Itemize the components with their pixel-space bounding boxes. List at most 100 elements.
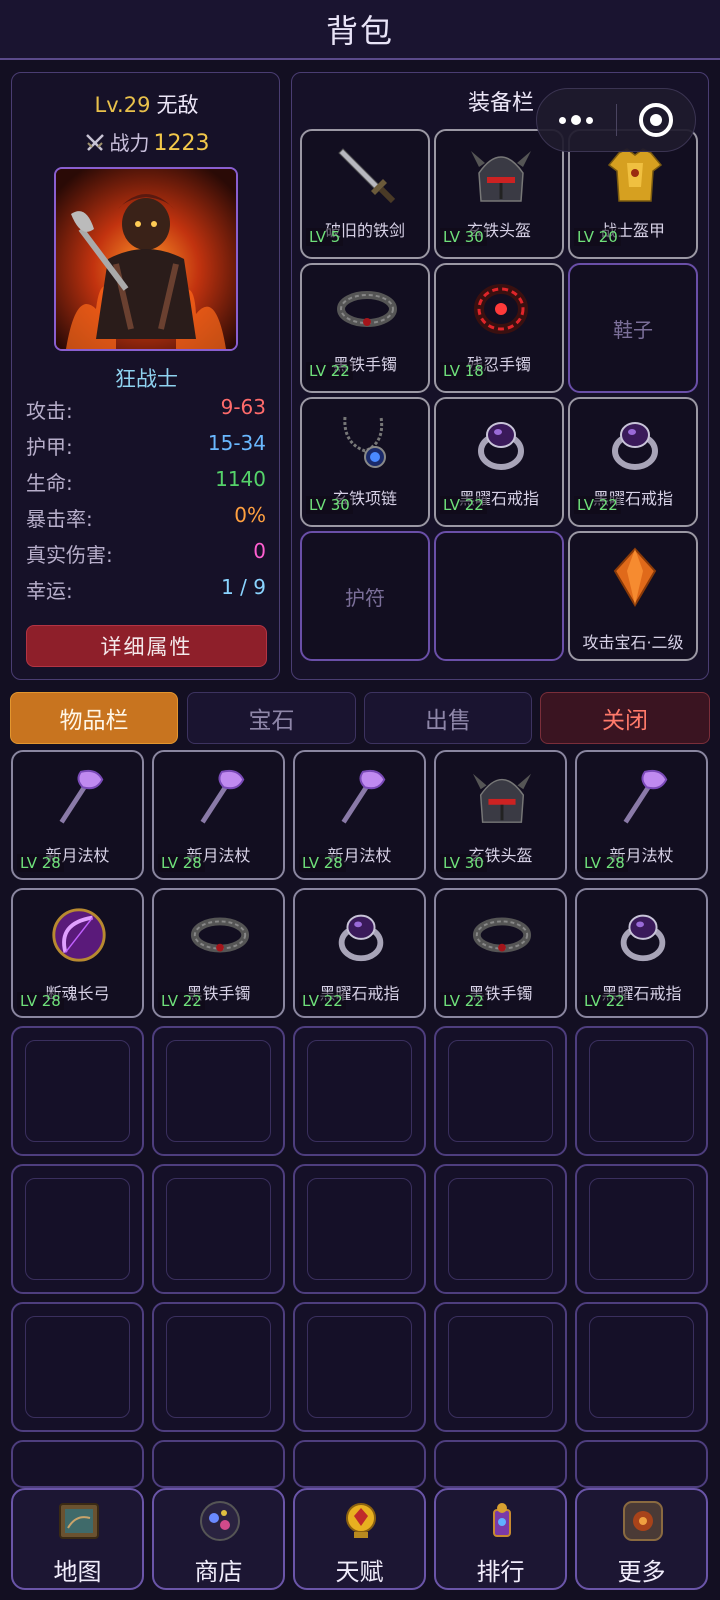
- equip-slot-gem[interactable]: 攻击宝石·二级: [568, 531, 698, 661]
- nav-label: 更多: [617, 1558, 666, 1586]
- equip-slot-bracelet-1[interactable]: 黑铁手镯 LV 22: [300, 263, 430, 393]
- nav-label: 地图: [53, 1558, 102, 1586]
- item-level: LV 5: [306, 228, 344, 246]
- bracelet-icon: [190, 917, 250, 953]
- equip-slot-weapon[interactable]: 破旧的铁剑 LV 5: [300, 129, 430, 259]
- equip-slot-shoes[interactable]: 鞋子: [568, 263, 698, 393]
- inventory-slot-empty[interactable]: [152, 1026, 285, 1156]
- item-level: LV 28: [17, 854, 64, 872]
- ring-icon: [620, 914, 666, 962]
- inventory-slot-empty[interactable]: [575, 1302, 708, 1432]
- inventory-slot-empty[interactable]: [152, 1164, 285, 1294]
- slot-inner: [307, 1316, 412, 1418]
- equip-slot-bracelet-2[interactable]: 残忍手镯 LV 18: [434, 263, 564, 393]
- bottom-navigation: 地图 商店 天赋 排行 更多: [0, 1488, 720, 1600]
- inventory-slot-empty[interactable]: [11, 1302, 144, 1432]
- app-header: 背包: [0, 0, 720, 60]
- detail-attributes-button[interactable]: 详细属性: [26, 625, 267, 667]
- tab-close[interactable]: 关闭: [540, 692, 710, 744]
- nav-shop[interactable]: 商店: [152, 1488, 285, 1590]
- nav-talent[interactable]: 天赋: [293, 1488, 426, 1590]
- slot-inner: [307, 1178, 412, 1280]
- inventory-slot[interactable]: 黑曜石戒指 LV 22: [575, 888, 708, 1018]
- berserker-portrait-image: [56, 169, 236, 349]
- slot-inner: [25, 1040, 130, 1142]
- ring-icon: [338, 914, 384, 962]
- inventory-slot-empty[interactable]: [434, 1302, 567, 1432]
- item-level: LV 22: [299, 992, 346, 1010]
- nav-more[interactable]: 更多: [575, 1488, 708, 1590]
- equip-slot-empty[interactable]: [434, 531, 564, 661]
- tab-inventory[interactable]: 物品栏: [10, 692, 178, 744]
- inventory-slot[interactable]: 黑铁手镯 LV 22: [434, 888, 567, 1018]
- item-level: LV 18: [440, 362, 487, 380]
- more-options-button[interactable]: [537, 89, 616, 151]
- equip-slot-necklace[interactable]: 玄铁项链 LV 30: [300, 397, 430, 527]
- inventory-slot-empty[interactable]: [293, 1026, 426, 1156]
- character-portrait[interactable]: [54, 167, 238, 351]
- inventory-slot[interactable]: 新月法杖 LV 28: [11, 750, 144, 880]
- item-level: LV 30: [440, 228, 487, 246]
- close-miniprogram-button[interactable]: [617, 89, 696, 151]
- inventory-slot-empty[interactable]: [11, 1440, 144, 1488]
- item-level: LV 22: [440, 496, 487, 514]
- tab-sell[interactable]: 出售: [364, 692, 532, 744]
- inventory-slot-empty[interactable]: [575, 1164, 708, 1294]
- dot-icon: [586, 116, 594, 124]
- inventory-slot-empty[interactable]: [11, 1164, 144, 1294]
- inventory-slot[interactable]: 新月法杖 LV 28: [575, 750, 708, 880]
- item-level: LV 28: [17, 992, 64, 1010]
- stat-label: 生命:: [26, 471, 73, 495]
- item-level: LV 20: [574, 228, 621, 246]
- stat-label: 真实伤害:: [26, 543, 113, 567]
- inventory-slot-empty[interactable]: [11, 1026, 144, 1156]
- slot-inner: [25, 1316, 130, 1418]
- slot-inner: [25, 1178, 130, 1280]
- ring-icon: [612, 422, 658, 470]
- inventory-slot-empty[interactable]: [434, 1026, 567, 1156]
- map-icon: [59, 1503, 99, 1539]
- inventory-slot-empty[interactable]: [434, 1164, 567, 1294]
- class-name: 狂战士: [115, 367, 178, 391]
- item-level: LV 28: [299, 854, 346, 872]
- inventory-slot-empty[interactable]: [434, 1440, 567, 1488]
- inventory-slot-empty[interactable]: [293, 1164, 426, 1294]
- miniprogram-capsule: [536, 88, 696, 152]
- slot-inner: [448, 1178, 553, 1280]
- inventory-slot-empty[interactable]: [152, 1440, 285, 1488]
- equip-slot-ring-1[interactable]: 黑曜石戒指 LV 22: [434, 397, 564, 527]
- inventory-slot-empty[interactable]: [293, 1302, 426, 1432]
- slot-inner: [166, 1040, 271, 1142]
- red-bracelet-icon: [474, 284, 528, 334]
- nav-ranking[interactable]: 排行: [434, 1488, 567, 1590]
- ranking-icon: [493, 1503, 511, 1537]
- inventory-slot[interactable]: 黑铁手镯 LV 22: [152, 888, 285, 1018]
- inventory-slot-empty[interactable]: [575, 1440, 708, 1488]
- crossed-swords-icon: [85, 134, 104, 151]
- inventory-slot[interactable]: 黑曜石戒指 LV 22: [293, 888, 426, 1018]
- equip-slot-amulet[interactable]: 护符: [300, 531, 430, 661]
- inventory-slot[interactable]: 新月法杖 LV 28: [293, 750, 426, 880]
- inventory-slot-empty[interactable]: [575, 1026, 708, 1156]
- equip-slot-ring-2[interactable]: 黑曜石戒指 LV 22: [568, 397, 698, 527]
- inventory-slot[interactable]: 断魂长弓 LV 28: [11, 888, 144, 1018]
- helmet-icon: [472, 773, 532, 823]
- slot-placeholder: 护符: [345, 585, 385, 610]
- inventory-slot-empty[interactable]: [152, 1302, 285, 1432]
- tab-gems[interactable]: 宝石: [187, 692, 356, 744]
- staff-icon: [200, 769, 245, 824]
- dot-icon: [571, 115, 582, 125]
- nav-map[interactable]: 地图: [11, 1488, 144, 1590]
- more-icon: [623, 1501, 663, 1541]
- character-header: Lv.29 无敌: [12, 89, 281, 119]
- stat-value: 15-34: [207, 431, 266, 455]
- stat-value: 0%: [234, 503, 266, 527]
- nav-label: 商店: [194, 1558, 243, 1586]
- inventory-slot[interactable]: 新月法杖 LV 28: [152, 750, 285, 880]
- power-label: 战力: [109, 131, 150, 155]
- page-title: 背包: [325, 12, 394, 50]
- inventory-slot[interactable]: 玄铁头盔 LV 30: [434, 750, 567, 880]
- inventory-slot-empty[interactable]: [293, 1440, 426, 1488]
- sword-icon: [338, 148, 396, 204]
- stat-crit-rate: 暴击率: 0%: [26, 503, 266, 533]
